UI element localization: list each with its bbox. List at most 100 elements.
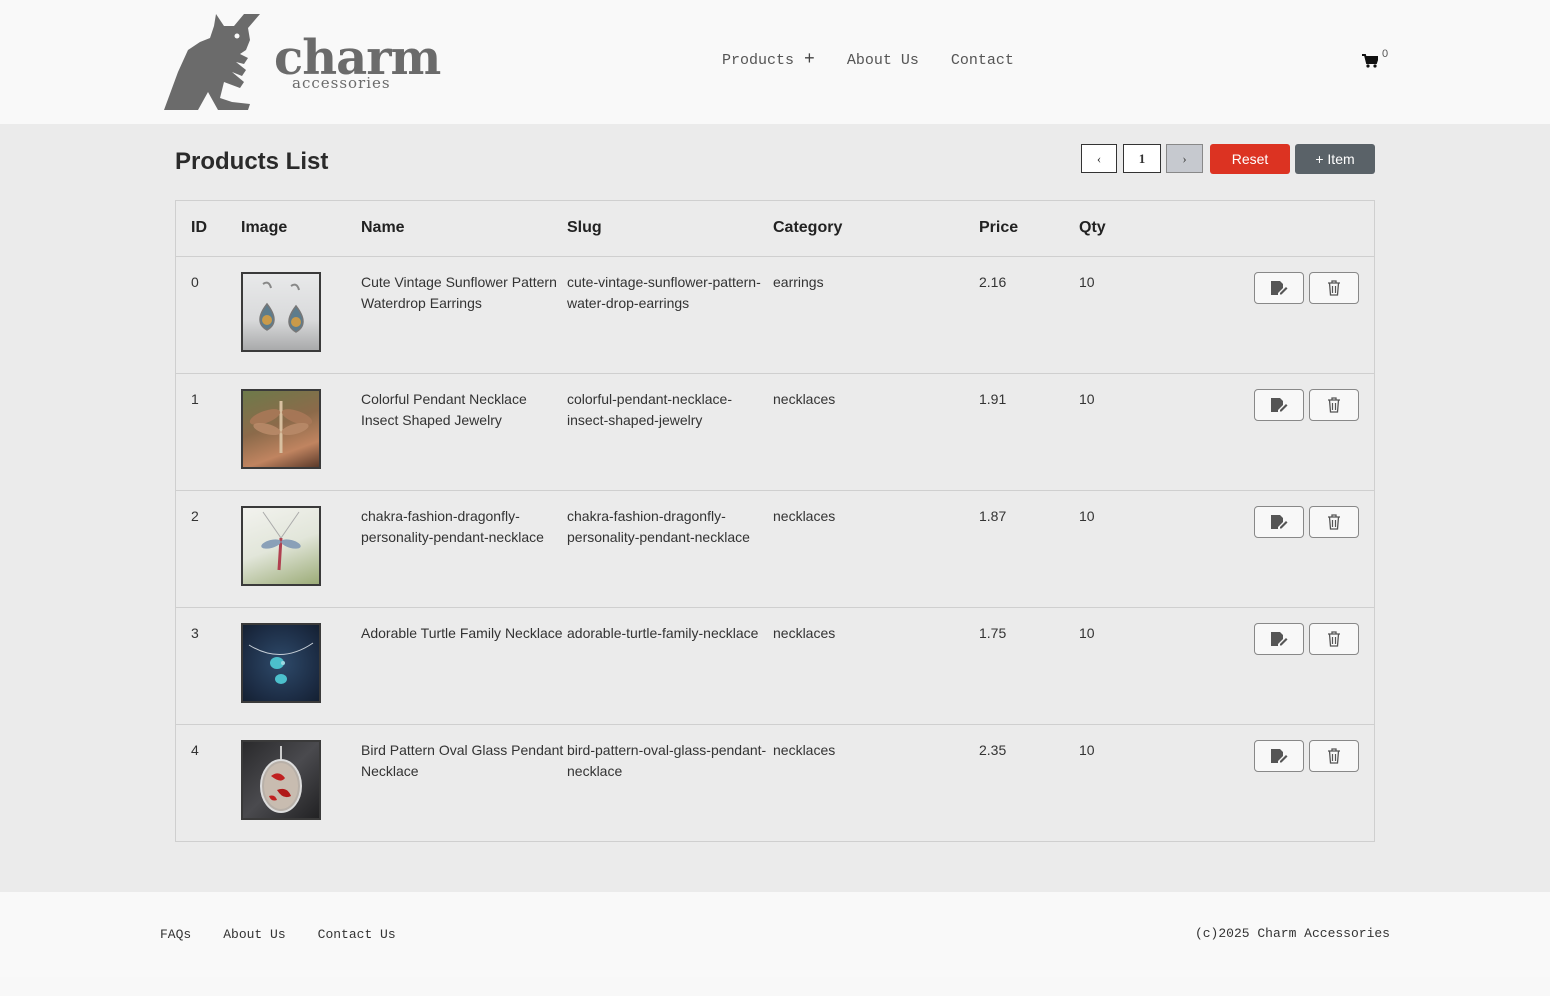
bird-pendant-image-icon (260, 746, 302, 813)
product-image[interactable] (241, 740, 321, 820)
delete-button[interactable] (1309, 272, 1359, 304)
prev-page-button[interactable]: ‹ (1081, 144, 1117, 173)
site-header: charm accessories Products + About Us Co… (0, 0, 1550, 124)
nav-contact-label: Contact (950, 52, 1014, 69)
add-item-button[interactable]: + Item (1295, 144, 1375, 174)
edit-icon (1271, 749, 1288, 763)
cart-count: 0 (1382, 48, 1389, 60)
next-page-button[interactable]: › (1166, 144, 1203, 173)
cell-name: Cute Vintage Sunflower Pattern Waterdrop… (361, 274, 557, 311)
header-category: Category (773, 219, 843, 236)
main-content: Products List ‹ 1 › Reset + Item ID Imag… (0, 124, 1550, 892)
trash-icon (1328, 280, 1340, 296)
copyright-text: (c)2025 Charm Accessories (1194, 926, 1390, 941)
trash-icon (1328, 397, 1340, 413)
cell-category: necklaces (773, 391, 836, 407)
table-row: 1 Colorful Pendant Necklace Insect Shape… (176, 374, 1374, 491)
trash-icon (1328, 748, 1340, 764)
cell-category: necklaces (773, 742, 836, 758)
cell-category: earrings (773, 274, 824, 290)
table-row: 0 Cute Vintage Sunflower Pattern Waterdr… (176, 257, 1374, 374)
edit-icon (1271, 515, 1288, 529)
trash-icon (1328, 631, 1340, 647)
cell-price: 1.75 (979, 625, 1007, 641)
cell-qty: 10 (1079, 508, 1095, 524)
dragonfly-pendant-image-icon (249, 401, 313, 453)
header-id: ID (191, 219, 207, 236)
table-header: ID Image Name Slug Category Price Qty (176, 201, 1374, 257)
site-footer: FAQs About Us Contact Us (c)2025 Charm A… (0, 892, 1550, 977)
cell-slug: adorable-turtle-family-necklace (567, 625, 759, 641)
earrings-image-icon (259, 281, 304, 333)
footer-link-faqs[interactable]: FAQs (160, 927, 191, 942)
edit-icon (1271, 632, 1288, 646)
edit-button[interactable] (1254, 389, 1304, 421)
cell-category: necklaces (773, 625, 836, 641)
brand-tagline: accessories (292, 74, 391, 92)
cell-slug: bird-pattern-oval-glass-pendant-necklace (567, 742, 767, 779)
cell-name: Bird Pattern Oval Glass Pendant Necklace (361, 742, 564, 779)
cell-name: Colorful Pendant Necklace Insect Shaped … (361, 391, 527, 428)
table-row: 3 Adorable Turtle Family Necklace adorab… (176, 608, 1374, 725)
cell-id: 2 (191, 508, 199, 524)
cell-qty: 10 (1079, 391, 1095, 407)
cell-id: 4 (191, 742, 199, 758)
cart-button[interactable]: 0 (1362, 48, 1392, 72)
products-table: ID Image Name Slug Category Price Qty 0 (175, 200, 1375, 842)
header-qty: Qty (1079, 219, 1106, 236)
page-title: Products List (175, 148, 329, 175)
page-number-button[interactable]: 1 (1123, 144, 1161, 173)
edit-button[interactable] (1254, 272, 1304, 304)
table-row: 4 Bird Pattern Oval Glass Pendant Neckla… (176, 725, 1374, 841)
shopping-cart-icon (1362, 54, 1378, 68)
cell-id: 3 (191, 625, 199, 641)
cell-id: 0 (191, 274, 199, 290)
nav-about-label: About Us (846, 52, 919, 69)
nav-about[interactable]: About Us (847, 52, 919, 69)
cell-id: 1 (191, 391, 199, 407)
nav-products[interactable]: Products + (722, 50, 815, 70)
cell-slug: cute-vintage-sunflower-pattern-water-dro… (567, 274, 761, 311)
trash-icon (1328, 514, 1340, 530)
cell-price: 2.35 (979, 742, 1007, 758)
product-image[interactable] (241, 272, 321, 352)
edit-icon (1271, 281, 1288, 295)
edit-button[interactable] (1254, 623, 1304, 655)
delete-button[interactable] (1309, 389, 1359, 421)
header-price: Price (979, 219, 1019, 236)
chakra-dragonfly-image-icon (261, 511, 301, 571)
cell-qty: 10 (1079, 742, 1095, 758)
cell-slug: colorful-pendant-necklace-insect-shaped-… (567, 391, 732, 428)
delete-button[interactable] (1309, 623, 1359, 655)
cell-qty: 10 (1079, 274, 1095, 290)
brand-logo[interactable]: charm accessories (164, 12, 441, 112)
turtle-necklace-image-icon (248, 642, 314, 684)
cell-qty: 10 (1079, 625, 1095, 641)
cell-category: necklaces (773, 508, 836, 524)
footer-link-about[interactable]: About Us (223, 927, 285, 942)
main-nav: Products + About Us Contact (722, 50, 1046, 70)
edit-icon (1271, 398, 1288, 412)
plus-icon: + (804, 50, 815, 70)
header-name: Name (361, 219, 405, 236)
product-image[interactable] (241, 389, 321, 469)
cell-price: 1.87 (979, 508, 1007, 524)
cell-price: 2.16 (979, 274, 1007, 290)
delete-button[interactable] (1309, 506, 1359, 538)
edit-button[interactable] (1254, 506, 1304, 538)
delete-button[interactable] (1309, 740, 1359, 772)
product-image[interactable] (241, 506, 321, 586)
edit-button[interactable] (1254, 740, 1304, 772)
table-row: 2 chakra-fashion-dragonfly-personality-p… (176, 491, 1374, 608)
nav-products-label: Products (722, 52, 795, 69)
cell-price: 1.91 (979, 391, 1007, 407)
reset-button[interactable]: Reset (1210, 144, 1290, 174)
nav-contact[interactable]: Contact (951, 52, 1014, 69)
footer-link-contact[interactable]: Contact Us (318, 927, 396, 942)
cell-name: chakra-fashion-dragonfly-personality-pen… (361, 508, 544, 545)
header-slug: Slug (567, 219, 602, 236)
product-image[interactable] (241, 623, 321, 703)
cell-slug: chakra-fashion-dragonfly-personality-pen… (567, 508, 750, 545)
footer-links: FAQs About Us Contact Us (160, 927, 428, 942)
kangaroo-logo-icon (164, 14, 260, 110)
